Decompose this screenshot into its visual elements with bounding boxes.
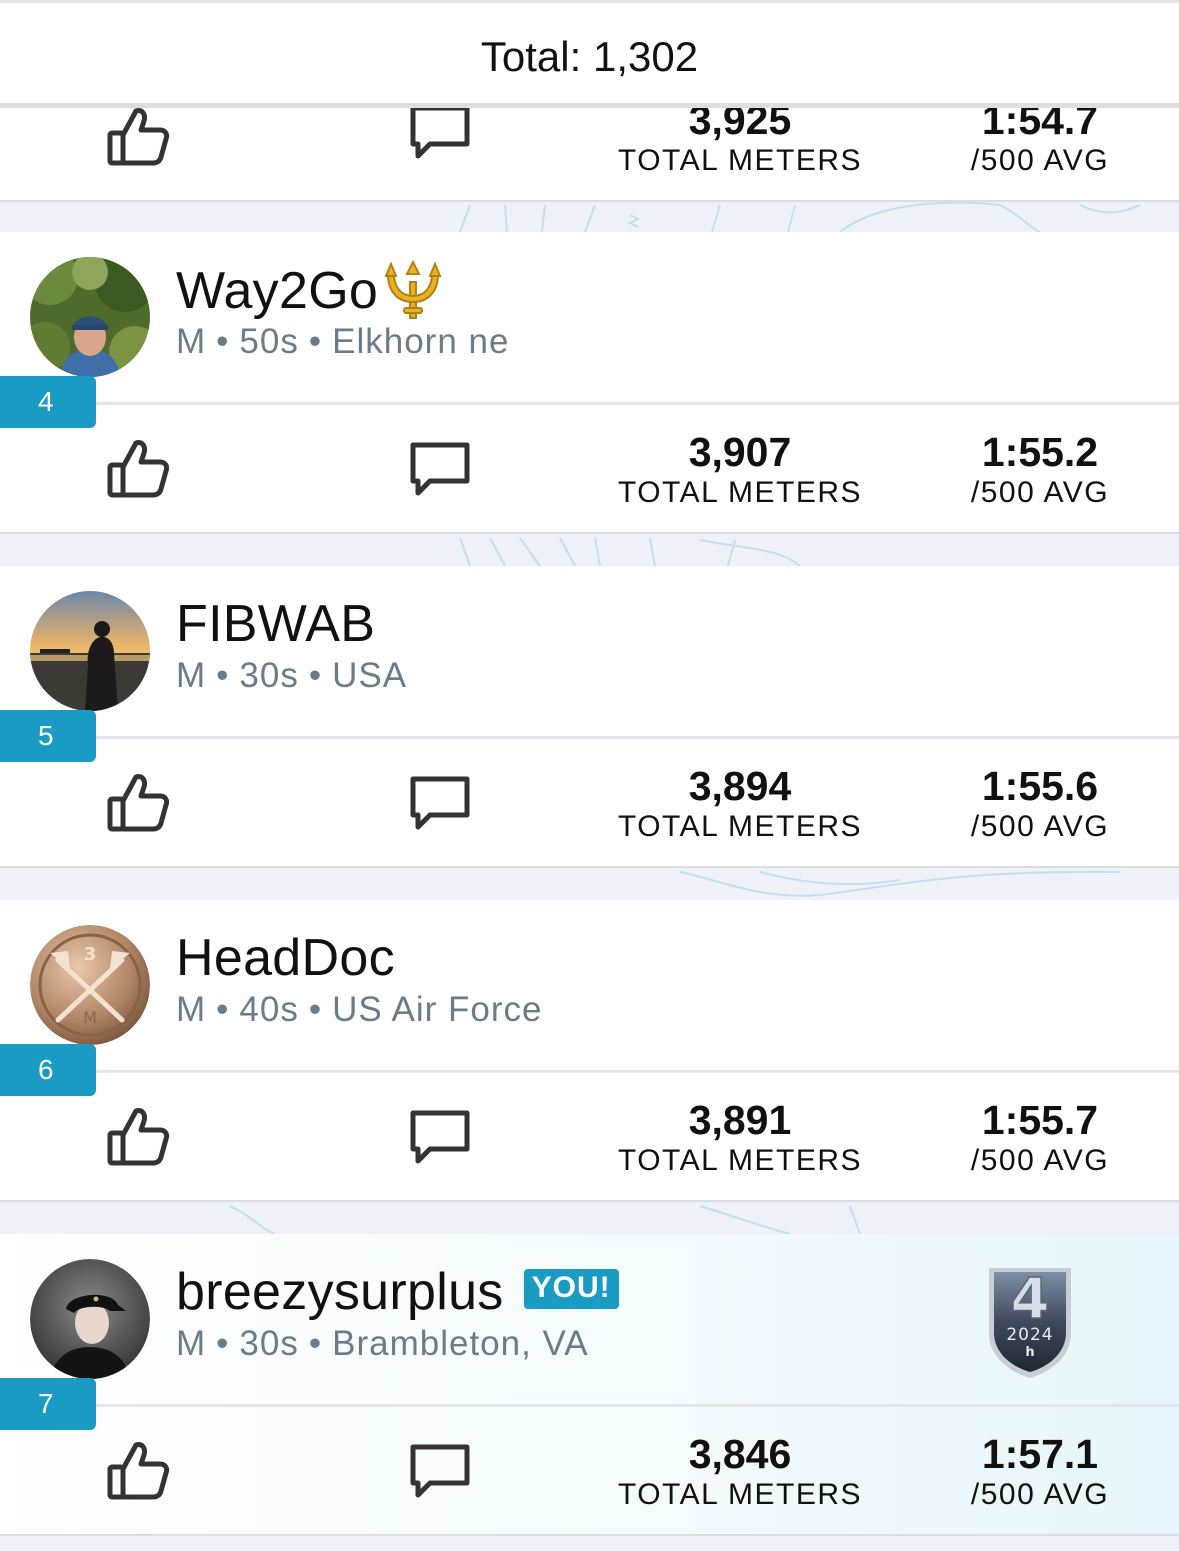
total-meters-label: TOTAL METERS xyxy=(617,810,863,843)
gender: M xyxy=(176,1324,207,1363)
age-group: 30s xyxy=(239,656,299,695)
total-count: Total: 1,302 xyxy=(480,33,699,80)
avatar[interactable] xyxy=(30,257,150,377)
comment-icon[interactable] xyxy=(408,1439,472,1503)
stats-row: 3,846 TOTAL METERS 1:57.1 /500 AVG xyxy=(0,1404,1179,1536)
stats-row: 3,907 TOTAL METERS 1:55.2 /500 AVG xyxy=(0,402,1179,534)
user-meta: M • 50s • Elkhorn ne xyxy=(176,322,510,361)
leaderboard-entry[interactable]: FIBWAB M • 30s • USA 5 3,894 TOTAL METERS 1:… xyxy=(0,566,1179,870)
username-text: HeadDoc xyxy=(176,929,395,987)
leaderboard-entry[interactable]: 3 M HeadDoc M • 40s • US Air Force 6 3,891 T… xyxy=(0,900,1179,1204)
achievement-badge-icon[interactable]: 4 2024 h xyxy=(985,1260,1075,1380)
location: US Air Force xyxy=(332,990,543,1029)
total-meters-value: 3,894 xyxy=(688,763,792,809)
comment-icon[interactable] xyxy=(408,100,472,164)
entry-header: Way2Go M • 50s • Elkhorn ne xyxy=(0,232,1179,404)
total-meters-value: 3,891 xyxy=(688,1097,792,1143)
avg-pace-label: /500 AVG xyxy=(970,476,1110,509)
leaderboard-header: Total: 1,302 xyxy=(0,0,1179,108)
entry-header: 3 M HeadDoc M • 40s • US Air Force xyxy=(0,900,1179,1072)
like-icon[interactable] xyxy=(106,1105,170,1169)
avatar[interactable] xyxy=(30,1259,150,1379)
gender: M xyxy=(176,322,207,361)
badge-letter: h xyxy=(1025,1345,1034,1360)
total-meters-stat: 3,891 TOTAL METERS xyxy=(600,1098,880,1178)
username-text: FIBWAB xyxy=(176,595,376,653)
like-icon[interactable] xyxy=(106,105,170,169)
leaderboard-entry-you[interactable]: breezysurplus YOU! M • 30s • Brambleton, VA 4… xyxy=(0,1234,1179,1538)
user-meta: M • 30s • USA xyxy=(176,656,408,695)
divider xyxy=(95,402,1179,405)
total-meters-stat: 3,907 TOTAL METERS xyxy=(600,430,880,510)
age-group: 30s xyxy=(239,1324,299,1363)
avg-pace-stat: 1:55.2 /500 AVG xyxy=(940,430,1140,510)
total-meters-label: TOTAL METERS xyxy=(617,1144,863,1177)
total-meters-value: 3,907 xyxy=(688,429,792,475)
username[interactable]: HeadDoc xyxy=(176,928,395,988)
like-icon[interactable] xyxy=(106,1439,170,1503)
rank-badge: 5 xyxy=(0,710,96,762)
location: Elkhorn ne xyxy=(332,322,510,361)
entry-header: FIBWAB M • 30s • USA xyxy=(0,566,1179,738)
avg-pace-stat: 1:57.1 /500 AVG xyxy=(940,1432,1140,1512)
gender: M xyxy=(176,990,207,1029)
username-text: breezysurplus xyxy=(176,1263,504,1321)
avg-pace-value: 1:57.1 xyxy=(981,1431,1099,1477)
avg-pace-value: 1:55.6 xyxy=(981,763,1099,809)
comment-icon[interactable] xyxy=(408,771,472,835)
comment-icon[interactable] xyxy=(408,437,472,501)
svg-text:3: 3 xyxy=(84,944,97,965)
avg-pace-value: 1:55.7 xyxy=(981,1097,1099,1143)
username[interactable]: Way2Go xyxy=(176,260,446,322)
leaderboard-entry[interactable]: Way2Go M • 50s • Elkhorn ne 4 3,907 TOTAL ME… xyxy=(0,232,1179,536)
avg-pace-label: /500 AVG xyxy=(970,144,1110,177)
location: USA xyxy=(332,656,408,695)
badge-year: 2024 xyxy=(1006,1325,1053,1345)
avg-pace-stat: 1:55.6 /500 AVG xyxy=(940,764,1140,844)
stats-row: 3,894 TOTAL METERS 1:55.6 /500 AVG xyxy=(0,736,1179,868)
total-meters-label: TOTAL METERS xyxy=(617,476,863,509)
total-meters-stat: 3,925 TOTAL METERS xyxy=(600,98,880,178)
you-badge: YOU! xyxy=(523,1269,619,1309)
divider xyxy=(95,1404,1179,1407)
location: Brambleton, VA xyxy=(332,1324,589,1363)
divider xyxy=(95,736,1179,739)
rank-badge: 4 xyxy=(0,376,96,428)
rank-badge: 6 xyxy=(0,1044,96,1096)
total-meters-value: 3,846 xyxy=(688,1431,792,1477)
username[interactable]: breezysurplus YOU! xyxy=(176,1262,619,1322)
rank-badge: 7 xyxy=(0,1378,96,1430)
total-meters-stat: 3,846 TOTAL METERS xyxy=(600,1432,880,1512)
comment-icon[interactable] xyxy=(408,1105,472,1169)
like-icon[interactable] xyxy=(106,771,170,835)
total-meters-label: TOTAL METERS xyxy=(617,144,863,177)
stats-row: 3,891 TOTAL METERS 1:55.7 /500 AVG xyxy=(0,1070,1179,1202)
age-group: 40s xyxy=(239,990,299,1029)
total-meters-stat: 3,894 TOTAL METERS xyxy=(600,764,880,844)
avg-pace-label: /500 AVG xyxy=(970,810,1110,843)
avg-pace-label: /500 AVG xyxy=(970,1144,1110,1177)
total-meters-label: TOTAL METERS xyxy=(617,1478,863,1511)
user-meta: M • 40s • US Air Force xyxy=(176,990,543,1029)
like-icon[interactable] xyxy=(106,437,170,501)
username[interactable]: FIBWAB xyxy=(176,594,375,654)
svg-text:M: M xyxy=(83,1008,97,1027)
gender: M xyxy=(176,656,207,695)
avg-pace-label: /500 AVG xyxy=(970,1478,1110,1511)
avg-pace-stat: 1:55.7 /500 AVG xyxy=(940,1098,1140,1178)
divider xyxy=(95,1070,1179,1073)
avg-pace-stat: 1:54.7 /500 AVG xyxy=(940,98,1140,178)
avg-pace-value: 1:55.2 xyxy=(981,429,1099,475)
avatar[interactable] xyxy=(30,591,150,711)
avatar[interactable]: 3 M xyxy=(30,925,150,1045)
badge-number: 4 xyxy=(1011,1267,1050,1332)
entry-header: breezysurplus YOU! M • 30s • Brambleton, VA 4… xyxy=(0,1234,1179,1406)
username-text: Way2Go xyxy=(176,262,379,320)
user-meta: M • 30s • Brambleton, VA xyxy=(176,1324,589,1363)
trident-icon xyxy=(384,260,442,319)
age-group: 50s xyxy=(239,322,299,361)
